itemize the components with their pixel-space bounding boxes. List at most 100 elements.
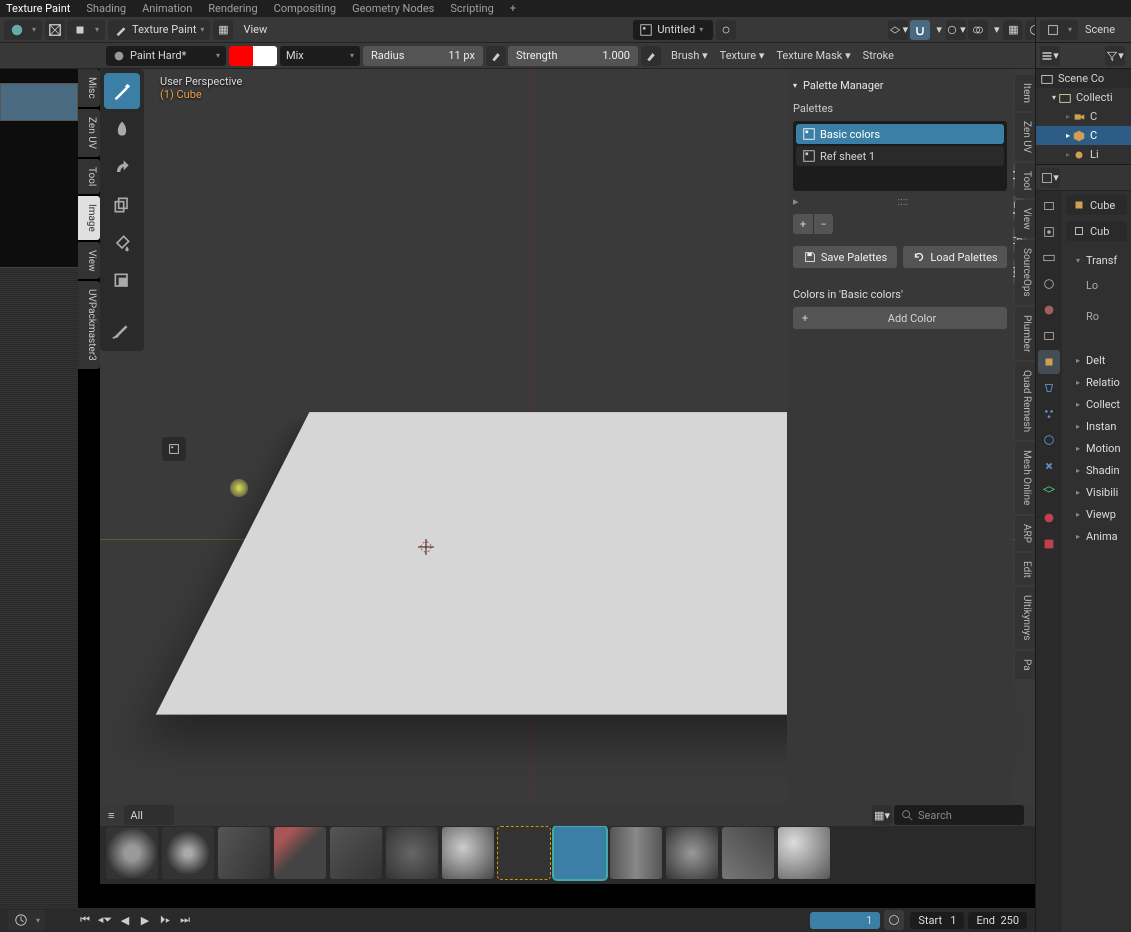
- outliner-item-cube[interactable]: ▸ C: [1036, 126, 1131, 145]
- cube-data-selector[interactable]: Cub: [1066, 221, 1127, 241]
- prop-tab-collection[interactable]: [1038, 324, 1060, 348]
- brush-menu[interactable]: Brush ▾: [671, 49, 708, 62]
- palette-drag-handle[interactable]: ::::: [897, 195, 908, 208]
- n-tab-tool[interactable]: Tool: [1015, 163, 1035, 198]
- primary-color[interactable]: [229, 46, 253, 66]
- cube-object-selector[interactable]: Cube: [1066, 195, 1127, 215]
- n-tab-edit[interactable]: Edit: [1015, 553, 1035, 586]
- brush-thumb[interactable]: [722, 827, 774, 879]
- workspace-tab-compositing[interactable]: Compositing: [274, 2, 336, 15]
- side-tab-view[interactable]: View: [78, 242, 100, 280]
- prop-motion[interactable]: ▸Motion: [1066, 437, 1127, 459]
- workspace-tab-animation[interactable]: Animation: [142, 2, 192, 15]
- brush-thumb[interactable]: [274, 827, 326, 879]
- brush-selector[interactable]: Paint Hard*▾: [106, 46, 226, 66]
- asset-display-icon[interactable]: ▦▾: [872, 805, 892, 825]
- prop-tab-world[interactable]: [1038, 298, 1060, 322]
- texture-menu[interactable]: Texture ▾: [720, 49, 765, 62]
- auto-key-icon[interactable]: [884, 910, 904, 930]
- outliner-scene-row[interactable]: Scene Co: [1036, 69, 1131, 88]
- workspace-tab-geometry-nodes[interactable]: Geometry Nodes: [352, 2, 434, 15]
- prop-tab-physics[interactable]: [1038, 428, 1060, 452]
- blend-mode-dropdown[interactable]: Mix▾: [280, 46, 360, 66]
- editor-type-dropdown[interactable]: ▾: [4, 20, 42, 40]
- palette-remove-button[interactable]: −: [813, 214, 833, 234]
- play-reverse-icon[interactable]: ◀: [117, 912, 133, 928]
- prop-tab-particle[interactable]: [1038, 402, 1060, 426]
- save-palettes-button[interactable]: Save Palettes: [793, 246, 897, 268]
- image-selector[interactable]: Untitled▾: [633, 20, 713, 40]
- side-tab-tool[interactable]: Tool: [78, 159, 100, 194]
- prop-transform-header[interactable]: ▾Transf: [1066, 249, 1127, 271]
- palette-scroll-left[interactable]: ▸: [793, 195, 799, 208]
- prop-tab-data[interactable]: [1038, 480, 1060, 504]
- n-tab-ultik[interactable]: Ultikynnys: [1015, 587, 1035, 648]
- view-menu[interactable]: View: [243, 23, 267, 36]
- brush-thumb[interactable]: [386, 827, 438, 879]
- tool-mask[interactable]: [104, 263, 140, 299]
- prop-tab-material[interactable]: [1038, 506, 1060, 530]
- stroke-menu[interactable]: Stroke: [863, 49, 894, 62]
- overlay-dropdown[interactable]: ▾: [888, 20, 908, 40]
- palette-add-button[interactable]: +: [793, 214, 813, 234]
- side-tab-image[interactable]: Image: [78, 196, 100, 240]
- n-tab-item[interactable]: Item: [1015, 75, 1035, 111]
- tool-fill[interactable]: [104, 225, 140, 261]
- prop-shading[interactable]: ▸Shadin: [1066, 459, 1127, 481]
- n-tab-zenuv[interactable]: Zen UV: [1015, 113, 1035, 161]
- tool-smear[interactable]: [104, 149, 140, 185]
- properties-type-dropdown[interactable]: ▾: [1040, 168, 1060, 188]
- mode-dropdown[interactable]: ▾: [67, 20, 105, 40]
- prop-tab-modifier[interactable]: [1038, 376, 1060, 400]
- pivot-icon[interactable]: ▦: [213, 20, 233, 40]
- current-frame[interactable]: 1: [810, 912, 880, 929]
- prop-tab-texture[interactable]: [1038, 532, 1060, 556]
- outliner-filter-icon[interactable]: ▾: [1105, 46, 1125, 66]
- interaction-mode[interactable]: Texture Paint▾: [108, 20, 210, 40]
- brush-thumb[interactable]: [778, 827, 830, 879]
- prop-viewport[interactable]: ▸Viewp: [1066, 503, 1127, 525]
- asset-filter-dropdown[interactable]: All: [124, 805, 174, 825]
- n-tab-view[interactable]: View: [1015, 200, 1035, 238]
- workspace-tab-rendering[interactable]: Rendering: [208, 2, 257, 15]
- workspace-tab-shading[interactable]: Shading: [86, 2, 126, 15]
- prop-tab-constraint[interactable]: [1038, 454, 1060, 478]
- uv-icon[interactable]: [45, 20, 65, 40]
- n-tab-pa[interactable]: Pa: [1015, 651, 1035, 679]
- palette-item-ref[interactable]: Ref sheet 1: [796, 146, 1004, 166]
- strength-field[interactable]: Strength1.000: [508, 46, 638, 66]
- tool-soften[interactable]: [104, 111, 140, 147]
- prop-tab-object[interactable]: [1038, 350, 1060, 374]
- add-color-button[interactable]: + Add Color: [793, 307, 1007, 329]
- prop-tab-scene[interactable]: [1038, 272, 1060, 296]
- asset-search[interactable]: Search: [894, 805, 1024, 825]
- brush-thumb[interactable]: [106, 827, 158, 879]
- n-tab-sourceops[interactable]: SourceOps: [1015, 240, 1035, 305]
- brush-thumb[interactable]: [218, 827, 270, 879]
- brush-thumb[interactable]: [666, 827, 718, 879]
- jump-start-icon[interactable]: ⏮: [77, 912, 93, 928]
- gizmo-dropdown[interactable]: ▾: [946, 20, 966, 40]
- brush-thumb[interactable]: [610, 827, 662, 879]
- strength-pressure-icon[interactable]: [641, 46, 661, 66]
- outliner-display-dropdown[interactable]: ▾: [1040, 46, 1060, 66]
- n-tab-quadremesh[interactable]: Quad Remesh: [1015, 362, 1035, 440]
- tool-annotate[interactable]: [104, 311, 140, 347]
- side-tab-misc[interactable]: Misc: [78, 69, 100, 107]
- radius-pressure-icon[interactable]: [486, 46, 506, 66]
- play-icon[interactable]: ▶: [137, 912, 153, 928]
- n-tab-plumber[interactable]: Plumber: [1015, 307, 1035, 360]
- prop-instancing[interactable]: ▸Instan: [1066, 415, 1127, 437]
- scene-dropdown[interactable]: ▾: [1040, 20, 1078, 40]
- brush-thumb[interactable]: [498, 827, 550, 879]
- side-tab-uvpack[interactable]: UVPackmaster3: [78, 281, 100, 369]
- prop-tab-render[interactable]: [1038, 194, 1060, 218]
- workspace-tab-add[interactable]: +: [510, 2, 516, 15]
- snap-toggle[interactable]: [910, 20, 930, 40]
- secondary-color[interactable]: [253, 46, 277, 66]
- prop-relations[interactable]: ▸Relatio: [1066, 371, 1127, 393]
- frame-start[interactable]: Start 1: [910, 912, 964, 929]
- brush-thumb[interactable]: [330, 827, 382, 879]
- floating-tool-icon[interactable]: [162, 437, 186, 461]
- prop-visibility[interactable]: ▸Visibili: [1066, 481, 1127, 503]
